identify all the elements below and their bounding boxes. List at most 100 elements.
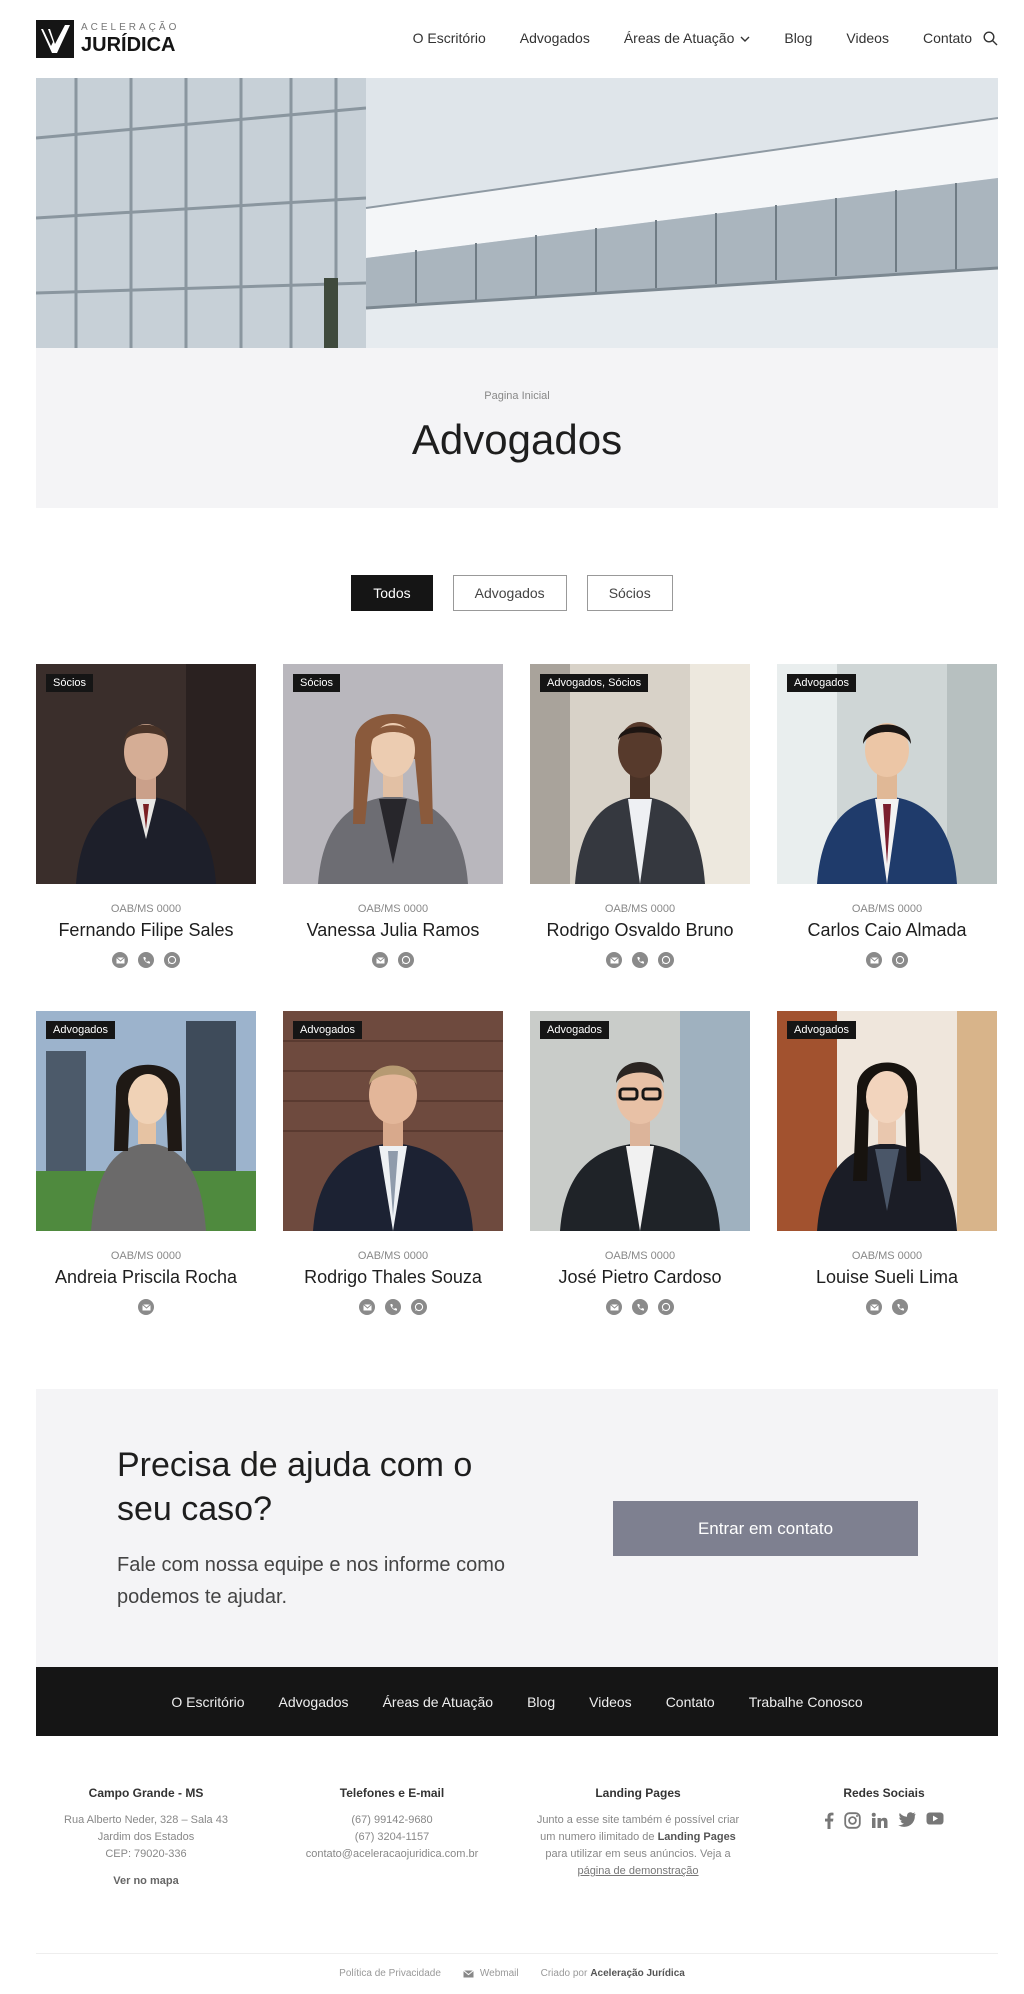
mail-icon[interactable] [866,952,882,968]
phone-icon[interactable] [632,952,648,968]
facebook-icon[interactable] [824,1812,834,1829]
category-tag: Sócios [293,674,341,692]
phone-icon[interactable] [892,1299,908,1315]
address-title: Campo Grande - MS [88,1786,204,1800]
lawyer-photo[interactable]: Advogados [777,664,997,884]
oab-number: OAB/MS 0000 [851,1250,923,1262]
team-card[interactable]: Advogados OAB/MS 0000 Louise Sueli Lima [777,1011,997,1331]
whatsapp-icon[interactable] [658,952,674,968]
email-address[interactable]: contato@aceleracaojuridica.com.br [272,1846,512,1863]
credits-prefix: Criado por [540,1968,588,1979]
whatsapp-icon[interactable] [658,1299,674,1315]
phone-icon[interactable] [632,1299,648,1315]
phone-icon[interactable] [138,952,154,968]
breadcrumb[interactable]: Pagina Inicial [36,390,998,402]
team-card[interactable]: Advogados OAB/MS 0000 Rodrigo Thales Sou… [283,1011,503,1331]
address-line: CEP: 79020-336 [105,1848,187,1860]
lawyer-name[interactable]: Rodrigo Thales Souza [283,1267,503,1288]
whatsapp-icon[interactable] [398,952,414,968]
contact-icons [36,952,256,968]
hero-image [36,78,998,348]
mail-icon[interactable] [138,1299,154,1315]
filter-todos[interactable]: Todos [351,575,433,611]
team-card[interactable]: Advogados OAB/MS 0000 José Pietro Cardos… [530,1011,750,1331]
logo-mark-icon [36,20,74,58]
contact-icons [530,952,750,968]
category-tag: Advogados [787,1021,857,1039]
lawyer-photo[interactable]: Advogados [283,1011,503,1231]
team-card[interactable]: Advogados OAB/MS 0000 Carlos Caio Almada [777,664,997,984]
cta-section: Precisa de ajuda com o seu caso? Fale co… [36,1389,998,1667]
footer-nav-blog[interactable]: Blog [527,1694,555,1710]
whatsapp-icon[interactable] [411,1299,427,1315]
whatsapp-icon[interactable] [164,952,180,968]
mail-icon[interactable] [112,952,128,968]
lawyer-name[interactable]: Carlos Caio Almada [777,920,997,941]
mail-icon[interactable] [606,952,622,968]
twitter-icon[interactable] [898,1812,916,1829]
team-card[interactable]: Advogados, Sócios OAB/MS 0000 Rodrigo Os… [530,664,750,984]
nav-areas-de-atuacao[interactable]: Áreas de Atuação [624,30,751,46]
phone-number[interactable]: (67) 99142-9680 [272,1812,512,1829]
lawyer-photo[interactable]: Sócios [283,664,503,884]
mail-icon [463,1969,474,1977]
footer-nav-trabalhe-conosco[interactable]: Trabalhe Conosco [749,1694,863,1710]
webmail-label: Webmail [479,1968,519,1979]
lawyer-photo[interactable]: Advogados, Sócios [530,664,750,884]
landing-title: Landing Pages [595,1786,681,1800]
lawyer-name[interactable]: José Pietro Cardoso [530,1267,750,1288]
brand-logo[interactable]: ACELERAÇÃO JURÍDICA [36,20,179,58]
instagram-icon[interactable] [844,1812,861,1829]
footer-nav-areas[interactable]: Áreas de Atuação [383,1694,494,1710]
nav-contato[interactable]: Contato [923,30,972,46]
lawyer-photo[interactable]: Advogados [530,1011,750,1231]
nav-advogados[interactable]: Advogados [520,30,590,46]
whatsapp-icon[interactable] [892,952,908,968]
category-tag: Advogados [293,1021,363,1039]
lawyer-photo[interactable]: Advogados [36,1011,256,1231]
nav-blog[interactable]: Blog [784,30,812,46]
team-card[interactable]: Advogados OAB/MS 0000 Andreia Priscila R… [36,1011,256,1331]
team-card[interactable]: Sócios OAB/MS 0000 Vanessa Julia Ramos [283,664,503,984]
demo-link[interactable]: página de demonstração [577,1865,698,1877]
search-icon[interactable] [983,31,998,51]
nav-videos[interactable]: Videos [846,30,889,46]
lawyer-name[interactable]: Fernando Filipe Sales [36,920,256,941]
map-link[interactable]: Ver no mapa [26,1875,266,1887]
nav-escritorio[interactable]: O Escritório [413,30,486,46]
team-card[interactable]: Sócios OAB/MS 0000 Fernando Filipe Sales [36,664,256,984]
phone-number[interactable]: (67) 3204-1157 [272,1829,512,1846]
mail-icon[interactable] [372,952,388,968]
webmail-link[interactable]: Webmail [463,1968,519,1979]
address-line: Jardim dos Estados [97,1831,195,1843]
linkedin-icon[interactable] [871,1812,888,1829]
footer-nav-contato[interactable]: Contato [666,1694,715,1710]
lawyer-photo[interactable]: Advogados [777,1011,997,1231]
footer-nav-advogados[interactable]: Advogados [279,1694,349,1710]
credits-link[interactable]: Aceleração Jurídica [590,1968,685,1979]
cta-text: Fale com nossa equipe e nos informe como… [117,1554,505,1608]
filter-socios[interactable]: Sócios [586,575,673,611]
contact-icons [777,1299,997,1315]
social-icons [764,1812,1004,1829]
phone-icon[interactable] [385,1299,401,1315]
landing-text: Junto a esse site também é possível cria… [536,1814,740,1877]
oab-number: OAB/MS 0000 [357,903,429,915]
lawyer-name[interactable]: Louise Sueli Lima [777,1267,997,1288]
oab-number: OAB/MS 0000 [110,903,182,915]
footer-nav-escritorio[interactable]: O Escritório [171,1694,244,1710]
category-tag: Advogados [540,1021,610,1039]
lawyer-name[interactable]: Vanessa Julia Ramos [283,920,503,941]
mail-icon[interactable] [866,1299,882,1315]
lawyer-photo[interactable]: Sócios [36,664,256,884]
contact-icons [777,952,997,968]
mail-icon[interactable] [359,1299,375,1315]
contact-button[interactable]: Entrar em contato [613,1501,918,1556]
privacy-link[interactable]: Política de Privacidade [339,1968,441,1979]
youtube-icon[interactable] [926,1812,944,1829]
mail-icon[interactable] [606,1299,622,1315]
footer-nav-videos[interactable]: Videos [589,1694,632,1710]
lawyer-name[interactable]: Rodrigo Osvaldo Bruno [530,920,750,941]
lawyer-name[interactable]: Andreia Priscila Rocha [36,1267,256,1288]
filter-advogados[interactable]: Advogados [452,575,567,611]
